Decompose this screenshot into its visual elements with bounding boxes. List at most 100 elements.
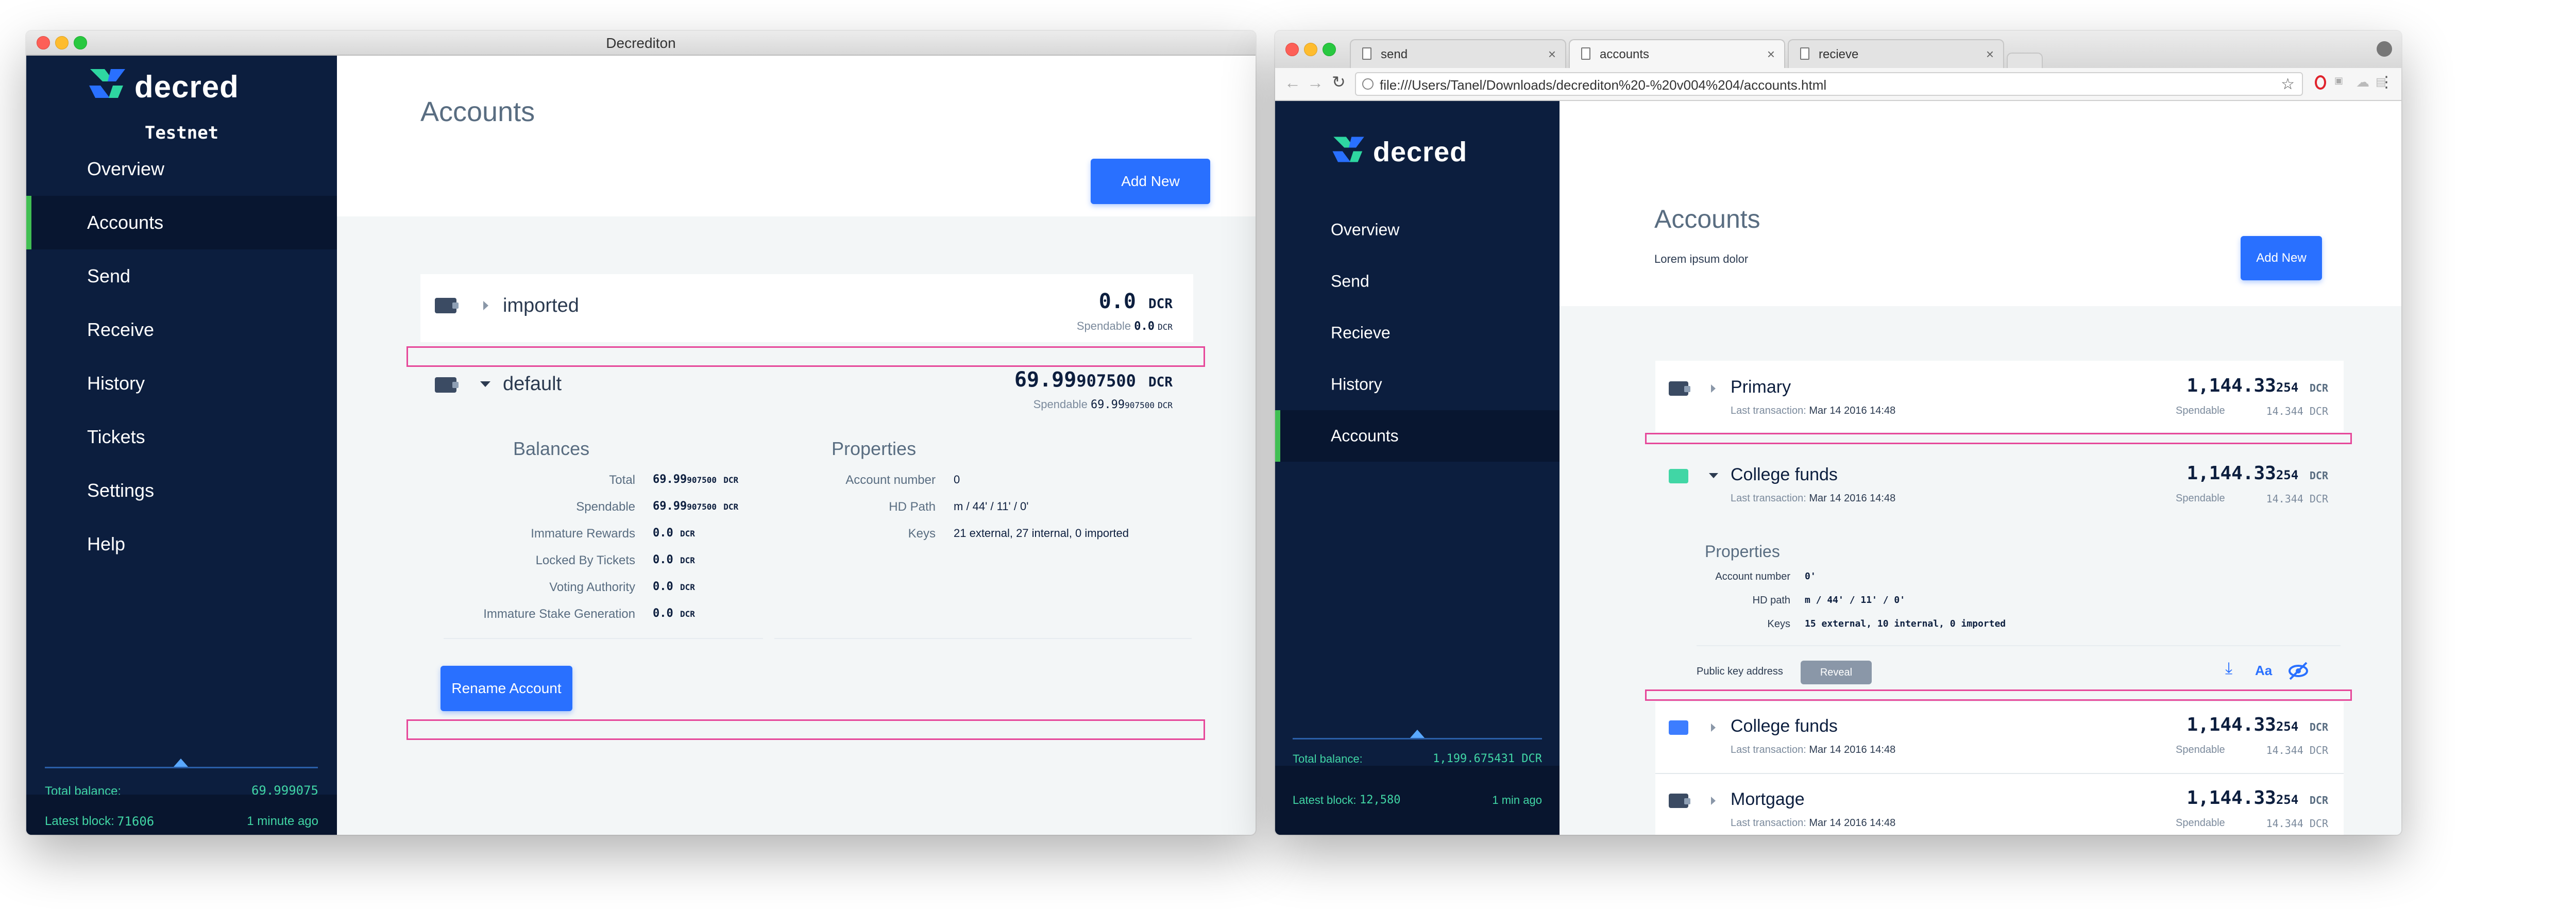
nav-overview[interactable]: Overview: [26, 142, 337, 196]
spendable-row: Spendable 0.0 DCR: [1077, 319, 1173, 333]
add-new-button[interactable]: Add New: [1091, 159, 1210, 204]
balance-unit: DCR: [2309, 721, 2328, 733]
balance-divider: [45, 767, 318, 768]
extension-icon[interactable]: ▣: [2334, 75, 2350, 91]
zoom-window-icon[interactable]: [1323, 43, 1336, 56]
account-name: College funds: [1731, 465, 1838, 484]
account-card-primary[interactable]: Primary Last transaction: Mar 14 2016 14…: [1655, 361, 2344, 432]
cloud-icon[interactable]: ☁: [2356, 74, 2369, 90]
menu-icon[interactable]: ⋮: [2379, 73, 2394, 91]
latest-block-bar: Latest block: 71606 1 minute ago: [26, 795, 337, 835]
sidebar: decred Overview Send Recieve History Acc…: [1275, 101, 1560, 835]
unit: DCR: [2309, 817, 2328, 830]
balance-value-voting: 0.0 DCR: [653, 580, 695, 593]
balance-value-spendable: 69.99907500 DCR: [653, 500, 738, 513]
balance-main: 1,144.33: [2187, 714, 2276, 735]
balance-main: 1,144.33: [2187, 375, 2276, 396]
account-balance: 69.99907500 DCR: [1014, 368, 1173, 392]
close-tab-icon[interactable]: ×: [1767, 46, 1775, 62]
nav-history[interactable]: History: [1275, 359, 1560, 410]
expand-arrow-icon[interactable]: [1711, 797, 1716, 805]
expand-arrow-icon[interactable]: [483, 301, 488, 310]
last-transaction: Last transaction: Mar 14 2016 14:48: [1731, 493, 1895, 504]
collapse-arrow-icon[interactable]: [480, 381, 490, 387]
unit: DCR: [680, 582, 695, 592]
back-icon[interactable]: ←: [1284, 73, 1301, 92]
property-label: HD Path: [889, 500, 936, 514]
properties-title: Properties: [832, 438, 917, 459]
total-balance-label: Total balance:: [1293, 752, 1363, 765]
nav-accounts[interactable]: Accounts: [26, 196, 337, 249]
close-tab-icon[interactable]: ×: [1548, 46, 1556, 62]
nav-overview[interactable]: Overview: [1275, 204, 1560, 256]
account-card-default[interactable]: default 69.99907500 DCR Spendable 69.999…: [420, 355, 1193, 433]
decrediton-window: Decrediton decred Testnet Overview Accou…: [26, 31, 1256, 835]
opera-icon[interactable]: [2315, 75, 2326, 90]
close-tab-icon[interactable]: ×: [1986, 46, 1994, 62]
balance-unit: DCR: [1148, 296, 1173, 312]
nav-recieve[interactable]: Recieve: [1275, 307, 1560, 359]
fine: 907500: [687, 502, 717, 512]
account-card-college-funds[interactable]: College funds Last transaction: Mar 14 2…: [1655, 702, 2344, 773]
property-label: Keys: [1767, 618, 1790, 630]
account-card-imported[interactable]: imported 0.0 DCR Spendable 0.0 DCR: [420, 274, 1193, 342]
last-tx-label: Last transaction:: [1731, 493, 1806, 504]
logo-text: decred: [134, 70, 239, 104]
tab-strip: send × accounts × recieve ×: [1275, 31, 2401, 68]
bookmark-star-icon[interactable]: ☆: [2281, 75, 2295, 93]
nav-send[interactable]: Send: [26, 249, 337, 303]
close-window-icon[interactable]: [1285, 43, 1299, 56]
expand-arrow-icon[interactable]: [1711, 723, 1716, 732]
nav-tickets[interactable]: Tickets: [26, 410, 337, 464]
balance-unit: DCR: [1148, 375, 1173, 390]
value: 69.99: [653, 500, 687, 513]
forward-icon[interactable]: →: [1307, 73, 1324, 92]
nav-history[interactable]: History: [26, 357, 337, 410]
hide-eye-icon[interactable]: [2287, 661, 2310, 681]
property-value: 0': [1805, 571, 1816, 582]
balance-unit: DCR: [2309, 794, 2328, 806]
account-balance: 1,144.33254 DCR: [2187, 375, 2328, 396]
property-value: 21 external, 27 internal, 0 imported: [954, 527, 1129, 540]
expand-arrow-icon[interactable]: [1711, 384, 1716, 393]
nav-help[interactable]: Help: [26, 517, 337, 571]
font-size-icon[interactable]: Aa: [2255, 663, 2272, 679]
reload-icon[interactable]: ↻: [1332, 72, 1346, 92]
download-icon[interactable]: ⤓: [2225, 659, 2232, 678]
fine: 907500: [687, 475, 717, 485]
total-balance-value: 1,199.675431 DCR: [1433, 752, 1542, 765]
latest-block-value: 12,580: [1360, 794, 1401, 806]
profile-icon[interactable]: [2377, 41, 2392, 57]
account-card-college-funds-expanded[interactable]: College funds Last transaction: Mar 14 2…: [1655, 444, 2344, 686]
nav-accounts[interactable]: Accounts: [1275, 410, 1560, 462]
tab-recieve[interactable]: recieve ×: [1788, 39, 2004, 68]
balance-fine: 254: [2276, 468, 2299, 482]
balance-fine: 907500: [1076, 371, 1136, 391]
new-tab-button[interactable]: [2007, 53, 2043, 68]
collapse-arrow-icon[interactable]: [1709, 473, 1718, 478]
wallet-icon: [435, 298, 459, 313]
file-icon: [1362, 78, 1374, 90]
unit: DCR: [680, 556, 695, 565]
tab-accounts[interactable]: accounts ×: [1569, 39, 1785, 68]
property-label: Keys: [908, 527, 936, 541]
nav-send[interactable]: Send: [1275, 256, 1560, 307]
address-bar[interactable]: file:///Users/Tanel/Downloads/decrediton…: [1355, 72, 2303, 96]
minimize-window-icon[interactable]: [1304, 43, 1317, 56]
nav-label: History: [87, 373, 145, 394]
spendable-label: Spendable: [2176, 493, 2225, 504]
tab-send[interactable]: send ×: [1350, 39, 1566, 68]
logo-text: decred: [1373, 137, 1468, 167]
nav-settings[interactable]: Settings: [26, 464, 337, 517]
nav-label: Overview: [87, 158, 165, 179]
add-new-button[interactable]: Add New: [2241, 236, 2322, 280]
balance-main: 1,144.33: [2187, 463, 2276, 484]
rename-account-button[interactable]: Rename Account: [440, 666, 572, 711]
account-card-mortgage[interactable]: Mortgage Last transaction: Mar 14 2016 1…: [1655, 774, 2344, 835]
latest-block-bar: Latest block: 12,580 1 min ago: [1275, 766, 1560, 835]
public-key-label: Public key address: [1697, 666, 1783, 677]
property-label: Account number: [1715, 571, 1790, 582]
nav-receive[interactable]: Receive: [26, 303, 337, 357]
account-name: College funds: [1731, 716, 1838, 736]
reveal-button[interactable]: Reveal: [1801, 661, 1872, 684]
